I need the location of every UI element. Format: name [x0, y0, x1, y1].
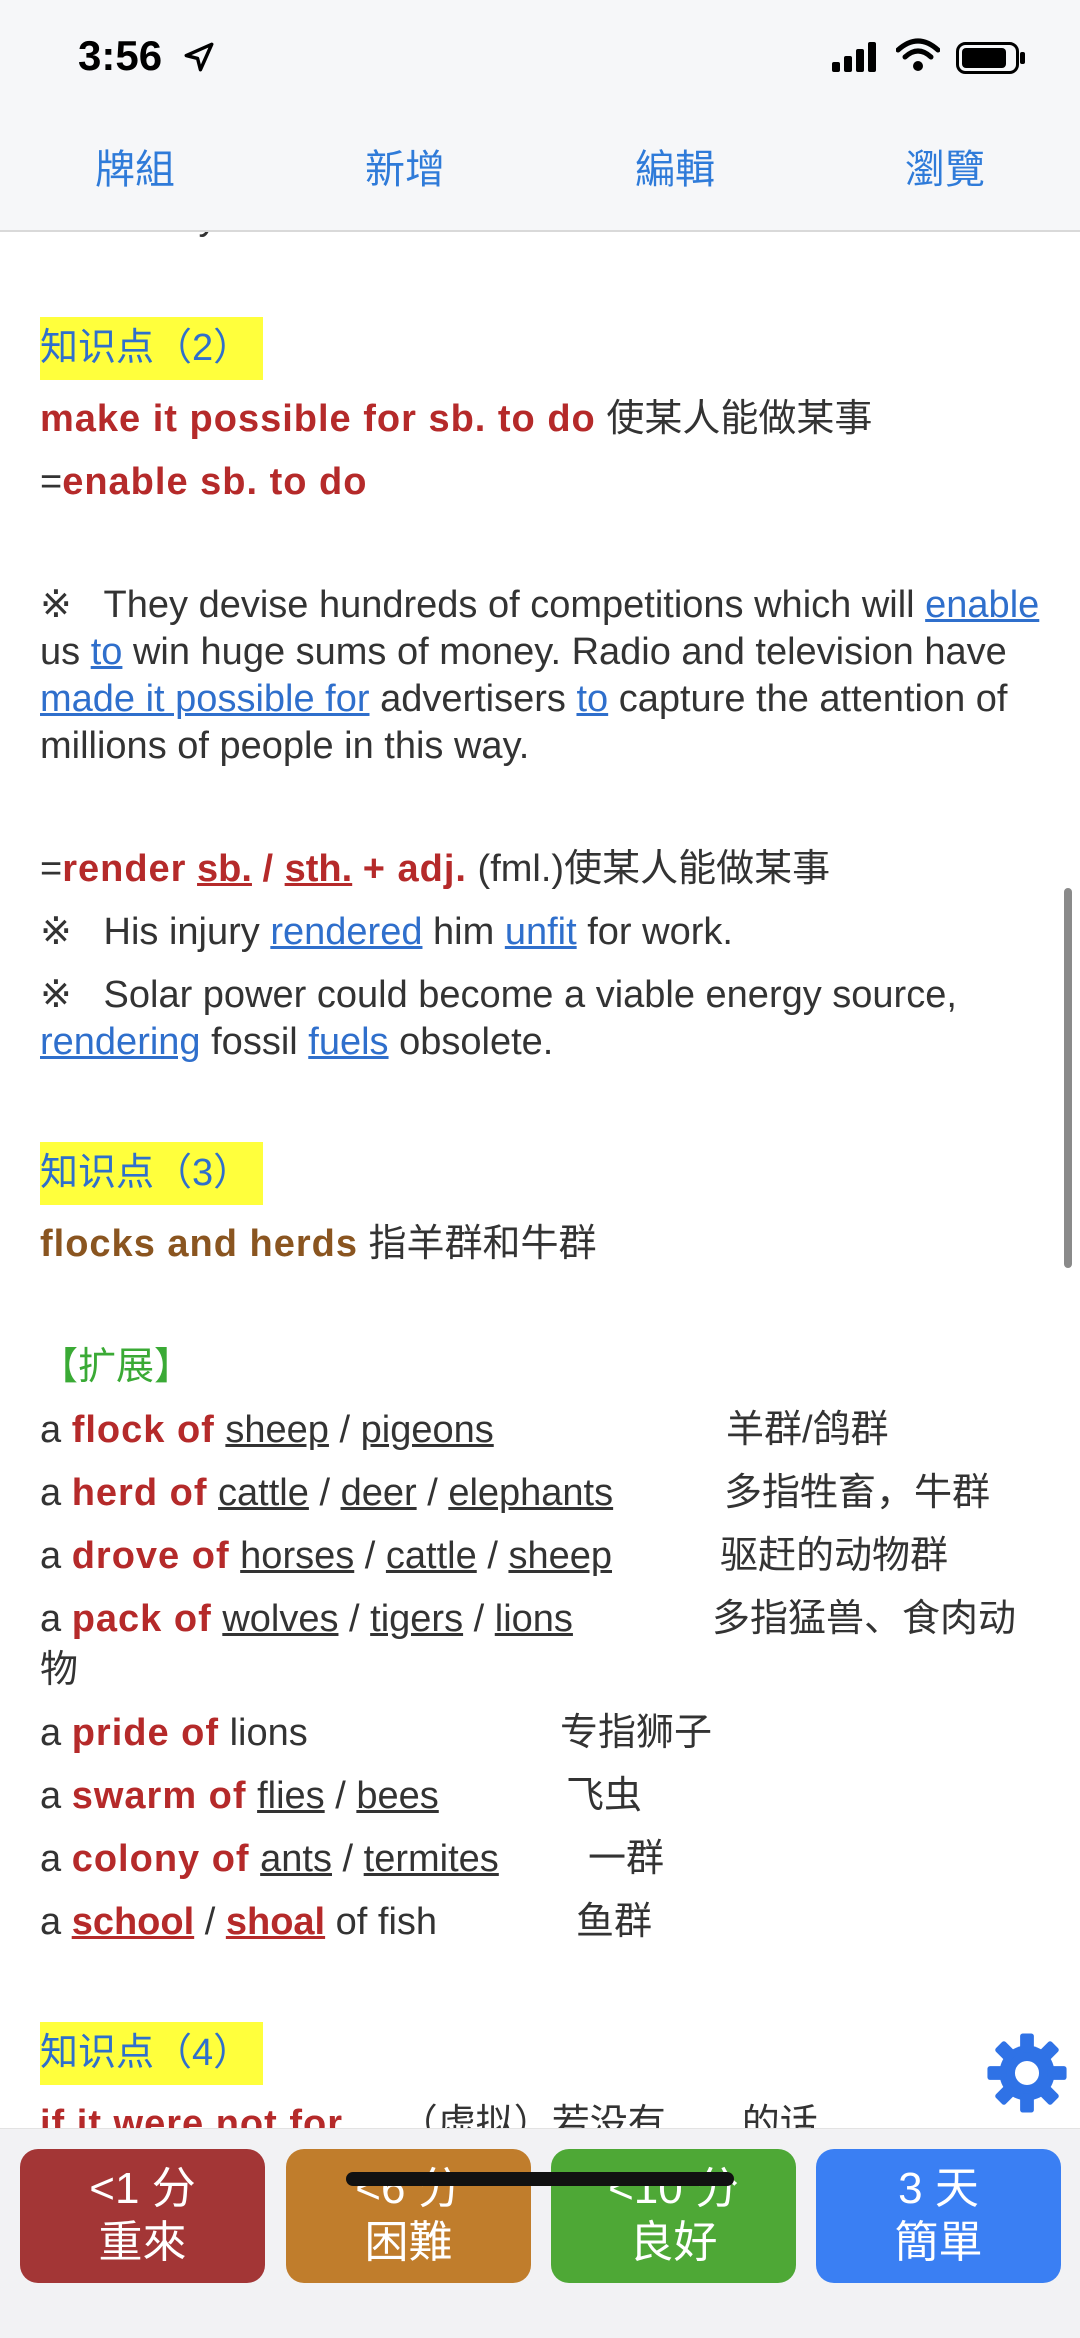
top-fragment: the money.: [40, 232, 1040, 241]
word-link[interactable]: fuels: [308, 1021, 388, 1063]
battery-icon: [956, 42, 1025, 74]
word-link[interactable]: rendering: [40, 1021, 201, 1063]
good-button[interactable]: <10 分 良好: [551, 2149, 796, 2283]
collective-noun-row: a school / shoal of fish 鱼群: [40, 1901, 653, 1943]
word-link[interactable]: to: [576, 678, 608, 720]
knowledge-point-3-heading: 知识点（3）: [40, 1142, 264, 1205]
tab-add[interactable]: 新增: [270, 120, 540, 230]
render-adj: + adj.: [362, 848, 467, 890]
tab-browse[interactable]: 瀏覽: [810, 120, 1080, 230]
equals-sign: =: [40, 848, 63, 890]
collective-noun-row: a swarm of flies / bees 飞虫: [40, 1775, 643, 1817]
again-button[interactable]: <1 分 重來: [20, 2149, 265, 2283]
easy-label: 簡單: [894, 2218, 983, 2267]
extension-label: 【扩展】: [40, 1346, 193, 1388]
k3-phrase-cn: 指羊群和牛群: [368, 1223, 597, 1265]
again-label: 重來: [98, 2218, 187, 2267]
tab-decks[interactable]: 牌組: [0, 120, 270, 230]
k2-phrase: make it possible for sb. to do: [40, 398, 596, 440]
render-phrase: render: [62, 848, 187, 890]
again-interval: <1 分: [89, 2164, 196, 2213]
scrollbar[interactable]: [1064, 888, 1072, 1268]
reference-mark: ※: [40, 911, 72, 953]
example-text: They devise hundreds of competitions whi…: [103, 584, 915, 626]
collective-noun-row: a flock of sheep / pigeons 羊群/鸽群: [40, 1409, 889, 1451]
render-sb: sb.: [197, 848, 252, 890]
gear-icon[interactable]: [984, 2030, 1070, 2116]
hard-button[interactable]: <6 分 困難: [286, 2149, 531, 2283]
good-interval: <10 分: [608, 2164, 739, 2213]
collective-noun-row-continued: 物: [40, 1649, 79, 1691]
example-text: him: [433, 911, 495, 953]
collective-noun-row: a drove of horses / cattle / sheep 驱赶的动物…: [40, 1535, 949, 1577]
word-link[interactable]: made it possible for: [40, 678, 370, 720]
k4-phrase-cn: （虚拟）若没有……的话: [399, 2103, 818, 2128]
k3-phrase: flocks and herds: [40, 1223, 358, 1265]
example-text: His injury: [103, 911, 260, 953]
example-text: advertisers: [380, 678, 566, 720]
render-sth: sth.: [284, 848, 353, 890]
word-link[interactable]: rendered: [270, 911, 422, 953]
word-link[interactable]: to: [91, 631, 123, 673]
answer-bar: <1 分 重來 <6 分 困難 <10 分 良好 3 天 簡單: [0, 2128, 1080, 2338]
hard-label: 困難: [364, 2218, 453, 2267]
collective-noun-row: a pack of wolves / tigers / lions 多指猛兽、食…: [40, 1598, 1017, 1640]
status-time: 3:56: [78, 32, 163, 79]
hard-interval: <6 分: [355, 2164, 462, 2213]
example-sentence: ※ They devise hundreds of competitions w…: [40, 582, 1040, 770]
reference-mark: ※: [40, 584, 72, 626]
example-text: us: [40, 631, 81, 673]
render-slash: /: [262, 848, 275, 890]
easy-button[interactable]: 3 天 簡單: [816, 2149, 1061, 2283]
top-tab-bar: 牌組 新增 編輯 瀏覽: [0, 120, 1080, 232]
example-text: win huge sums of money. Radio and televi…: [132, 631, 1007, 673]
collective-noun-row: a colony of ants / termites 一群: [40, 1838, 665, 1880]
status-bar: 3:56: [0, 0, 1080, 120]
reference-mark: ※: [40, 974, 72, 1016]
wifi-icon: [896, 38, 940, 71]
collective-noun-row: a pride of lions 专指狮子: [40, 1712, 713, 1754]
word-link[interactable]: unfit: [505, 911, 577, 953]
word-link[interactable]: enable: [925, 584, 1039, 626]
knowledge-point-4-heading: 知识点（4）: [40, 2022, 264, 2085]
render-note: (fml.)使某人能做某事: [477, 848, 831, 890]
knowledge-point-2-heading: 知识点（2）: [40, 317, 264, 380]
example-text: fossil: [211, 1021, 298, 1063]
location-arrow-icon: [184, 42, 214, 72]
card-content[interactable]: the money. 知识点（2） make it possible for s…: [0, 232, 1080, 2128]
tab-edit[interactable]: 編輯: [540, 120, 810, 230]
example-text: for work.: [587, 911, 733, 953]
home-indicator[interactable]: [346, 2172, 734, 2186]
good-label: 良好: [629, 2218, 718, 2267]
easy-interval: 3 天: [898, 2164, 979, 2213]
k2-alt-phrase: enable sb. to do: [62, 461, 368, 503]
example-text: obsolete.: [399, 1021, 554, 1063]
collective-noun-row: a herd of cattle / deer / elephants 多指牲畜…: [40, 1472, 991, 1514]
k2-phrase-cn: 使某人能做某事: [606, 398, 873, 440]
k4-phrase: if it were not for ...: [40, 2103, 390, 2128]
cellular-signal-icon: [832, 42, 876, 72]
equals-sign: =: [40, 461, 63, 503]
example-text: Solar power could become a viable energy…: [103, 974, 957, 1016]
